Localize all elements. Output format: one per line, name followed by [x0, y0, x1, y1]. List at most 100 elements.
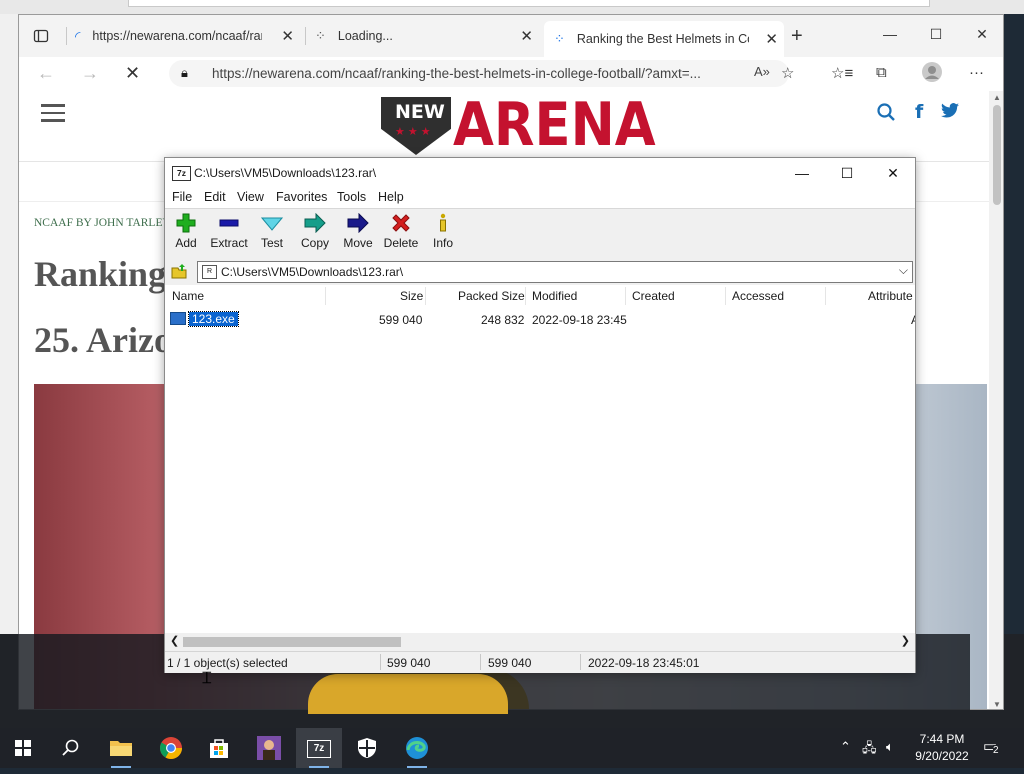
stop-loading-icon[interactable]: ✕	[125, 63, 140, 84]
copy-button[interactable]: Copy	[293, 212, 337, 250]
tab-loading[interactable]: ⁘ Loading... ✕	[315, 23, 539, 49]
desktop-background	[0, 0, 1024, 14]
7zip-taskbar-icon[interactable]: 7z	[296, 728, 342, 768]
loading-spinner-icon: ◜	[75, 27, 81, 44]
column-name[interactable]: Name	[172, 289, 204, 303]
tab-newarena-loading[interactable]: ◜ https://newarena.com/ncaaf/ranking ✕	[75, 23, 300, 49]
mouse-cursor-icon: ⌶	[202, 670, 212, 687]
notification-icon[interactable]: ▭ 2	[983, 737, 1005, 757]
scroll-right-icon[interactable]: ❯	[901, 634, 910, 647]
file-packed-size: 248 832	[481, 313, 525, 327]
article-byline[interactable]: NCAAF BY JOHN TARLEY	[34, 217, 171, 229]
status-size: 599 040	[387, 656, 431, 670]
column-accessed[interactable]: Accessed	[732, 289, 784, 303]
column-modified[interactable]: Modified	[532, 289, 577, 303]
site-logo[interactable]: NEW ★★★ ARENA	[381, 91, 656, 159]
lock-icon[interactable]: 🔒︎	[181, 65, 188, 81]
close-tab-icon[interactable]: ✕	[281, 27, 294, 45]
settings-more-icon[interactable]: ···	[969, 64, 984, 81]
close-window-icon[interactable]: ✕	[959, 21, 1003, 47]
clock-time: 7:44 PM	[919, 732, 965, 746]
forward-icon[interactable]: →	[81, 63, 99, 84]
scrollbar-thumb[interactable]	[183, 637, 401, 647]
search-icon[interactable]	[48, 728, 94, 768]
info-button[interactable]: Info	[421, 213, 465, 250]
taskbar: 7z ⌃ 🖧︎ 🔈︎ 7:44 PM 9/20/2022 ▭ 2	[0, 728, 1024, 768]
file-name-cell[interactable]: 123.exe	[170, 310, 239, 327]
menu-favorites[interactable]: Favorites	[276, 190, 327, 204]
network-icon[interactable]: 🖧︎	[862, 739, 877, 761]
menu-tools[interactable]: Tools	[337, 190, 366, 204]
check-icon	[250, 213, 294, 235]
favorites-icon[interactable]: ☆≡	[831, 64, 853, 82]
file-explorer-icon[interactable]	[98, 728, 144, 768]
maximize-icon[interactable]: ☐	[913, 21, 959, 47]
7zip-app-icon: 7z	[172, 166, 191, 181]
path-bar: R C:\Users\VM5\Downloads\123.rar\ ⌵	[165, 260, 915, 284]
status-selection: 1 / 1 object(s) selected	[167, 656, 288, 670]
profile-avatar[interactable]	[921, 61, 943, 87]
edge-icon[interactable]	[394, 728, 440, 768]
read-aloud-icon[interactable]: A»	[754, 64, 770, 79]
status-packed-size: 599 040	[488, 656, 532, 670]
close-tab-icon[interactable]: ✕	[765, 30, 778, 48]
plus-icon	[164, 213, 208, 235]
add-favorite-icon[interactable]: ☆	[781, 64, 794, 82]
menu-view[interactable]: View	[237, 190, 264, 204]
back-icon[interactable]: ←	[37, 63, 55, 84]
move-button[interactable]: Move	[336, 212, 380, 250]
tab-label: https://newarena.com/ncaaf/ranking	[92, 29, 262, 43]
extract-button[interactable]: Extract	[207, 213, 251, 250]
column-size[interactable]: Size	[400, 289, 423, 303]
address-url[interactable]: https://newarena.com/ncaaf/ranking-the-b…	[212, 66, 701, 81]
column-attributes[interactable]: Attribute	[868, 289, 913, 303]
volume-icon[interactable]: 🔈︎	[886, 739, 894, 755]
horizontal-scrollbar[interactable]: ❮ ❯	[165, 633, 915, 650]
menu-icon[interactable]	[41, 99, 65, 127]
delete-button[interactable]: Delete	[379, 213, 423, 250]
7zip-title-bar[interactable]: 7z C:\Users\VM5\Downloads\123.rar\ — ☐ ✕	[165, 158, 915, 188]
minimize-icon[interactable]: —	[867, 21, 913, 47]
tab-actions-icon[interactable]	[33, 23, 53, 49]
path-text[interactable]: C:\Users\VM5\Downloads\123.rar\	[221, 265, 403, 279]
store-icon[interactable]	[196, 728, 242, 768]
facebook-icon[interactable]: f	[915, 101, 923, 123]
menu-help[interactable]: Help	[378, 190, 404, 204]
page-scrollbar[interactable]: ▲ ▼	[989, 91, 1003, 709]
start-icon[interactable]	[0, 728, 46, 768]
clock-date: 9/20/2022	[915, 749, 969, 763]
clock[interactable]: 7:44 PM 9/20/2022	[912, 731, 972, 765]
chevron-down-icon[interactable]: ⌵	[899, 263, 908, 278]
test-button[interactable]: Test	[250, 213, 294, 250]
exe-file-icon	[170, 312, 186, 325]
file-list[interactable]: Name Size Packed Size Modified Created A…	[165, 285, 915, 633]
status-modified: 2022-09-18 23:45:01	[588, 656, 700, 670]
twitter-icon[interactable]	[941, 103, 959, 123]
close-tab-icon[interactable]: ✕	[520, 27, 533, 45]
folder-up-icon[interactable]	[171, 263, 187, 279]
collections-icon[interactable]: ⧉	[876, 64, 887, 81]
address-bar[interactable]: 🔒︎ https://newarena.com/ncaaf/ranking-th…	[169, 60, 789, 87]
menu-bar: File Edit View Favorites Tools Help	[165, 188, 915, 208]
security-icon[interactable]	[344, 728, 390, 768]
new-tab-button[interactable]: +	[791, 23, 811, 49]
path-combobox[interactable]: R C:\Users\VM5\Downloads\123.rar\ ⌵	[197, 261, 913, 283]
close-window-icon[interactable]: ✕	[870, 158, 916, 188]
menu-file[interactable]: File	[172, 190, 192, 204]
menu-edit[interactable]: Edit	[204, 190, 226, 204]
tab-ranking-helmets[interactable]: ⁘ Ranking the Best Helmets in Colle ✕	[544, 21, 784, 57]
minimize-icon[interactable]: —	[779, 158, 825, 188]
7zip-file-manager-window: 7z C:\Users\VM5\Downloads\123.rar\ — ☐ ✕…	[164, 157, 916, 673]
chevron-up-icon[interactable]: ⌃	[840, 739, 851, 755]
add-button[interactable]: Add	[164, 213, 208, 250]
minus-icon	[207, 213, 251, 235]
scroll-left-icon[interactable]: ❮	[170, 634, 179, 647]
arrow-right-icon	[336, 212, 380, 235]
game-app-icon[interactable]	[246, 728, 292, 768]
maximize-icon[interactable]: ☐	[824, 158, 870, 188]
search-icon[interactable]	[877, 103, 895, 126]
column-created[interactable]: Created	[632, 289, 675, 303]
column-header-row: Name Size Packed Size Modified Created A…	[165, 285, 915, 307]
column-packed-size[interactable]: Packed Size	[458, 289, 525, 303]
chrome-icon[interactable]	[148, 728, 194, 768]
